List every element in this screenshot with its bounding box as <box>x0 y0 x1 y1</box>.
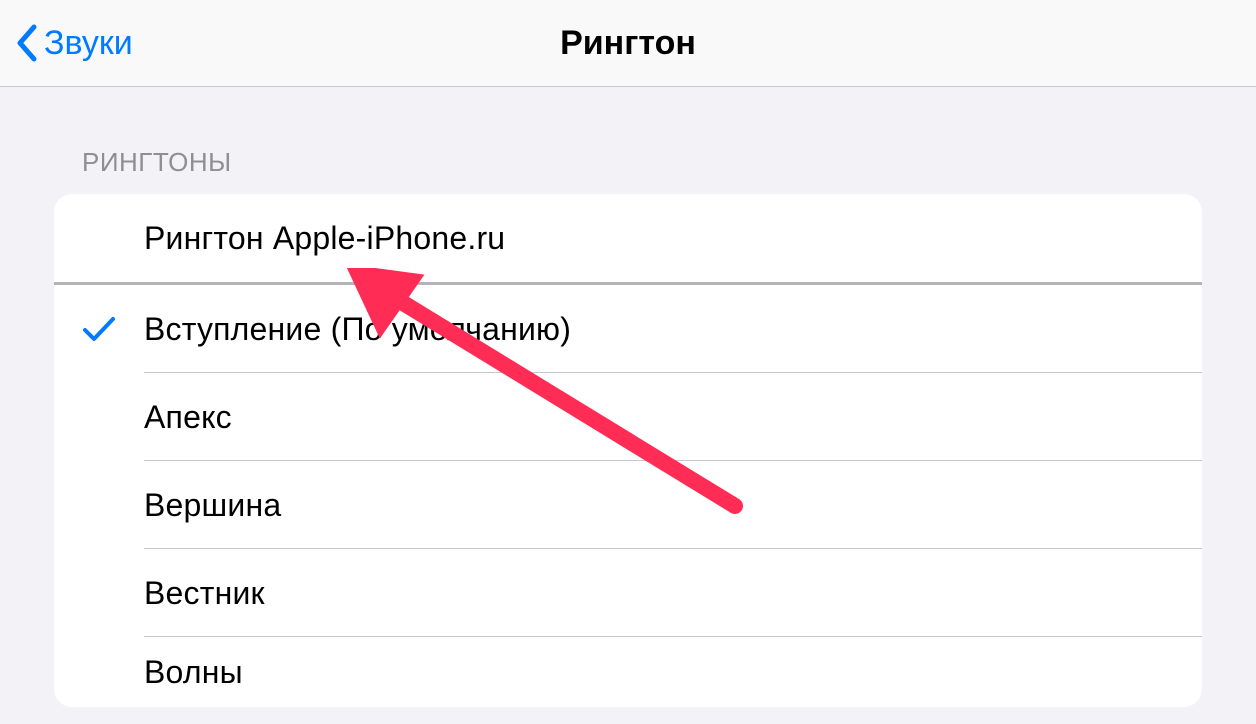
ringtone-label: Рингтон Apple-iPhone.ru <box>144 220 505 257</box>
page-title: Рингтон <box>560 24 696 63</box>
back-button[interactable]: Звуки <box>0 23 133 63</box>
ringtone-label: Вступление (По умолчанию) <box>144 311 571 348</box>
back-label: Звуки <box>44 24 133 63</box>
ringtone-label: Вершина <box>144 487 281 524</box>
ringtone-list: Рингтон Apple-iPhone.ru Вступление (По у… <box>54 194 1202 707</box>
ringtone-row[interactable]: Апекс <box>54 373 1202 461</box>
section-header: РИНГТОНЫ <box>54 147 1202 194</box>
content-area: РИНГТОНЫ Рингтон Apple-iPhone.ru Вступле… <box>0 87 1256 707</box>
check-cell <box>54 315 144 343</box>
ringtone-row-default[interactable]: Вступление (По умолчанию) <box>54 285 1202 373</box>
chevron-back-icon <box>14 23 38 63</box>
ringtone-label: Волны <box>144 654 243 691</box>
checkmark-icon <box>82 315 116 343</box>
navigation-bar: Звуки Рингтон <box>0 0 1256 87</box>
ringtone-row-custom[interactable]: Рингтон Apple-iPhone.ru <box>54 194 1202 282</box>
ringtone-row[interactable]: Волны <box>54 637 1202 707</box>
ringtone-label: Вестник <box>144 575 265 612</box>
ringtone-row[interactable]: Вершина <box>54 461 1202 549</box>
ringtone-label: Апекс <box>144 399 232 436</box>
ringtone-row[interactable]: Вестник <box>54 549 1202 637</box>
